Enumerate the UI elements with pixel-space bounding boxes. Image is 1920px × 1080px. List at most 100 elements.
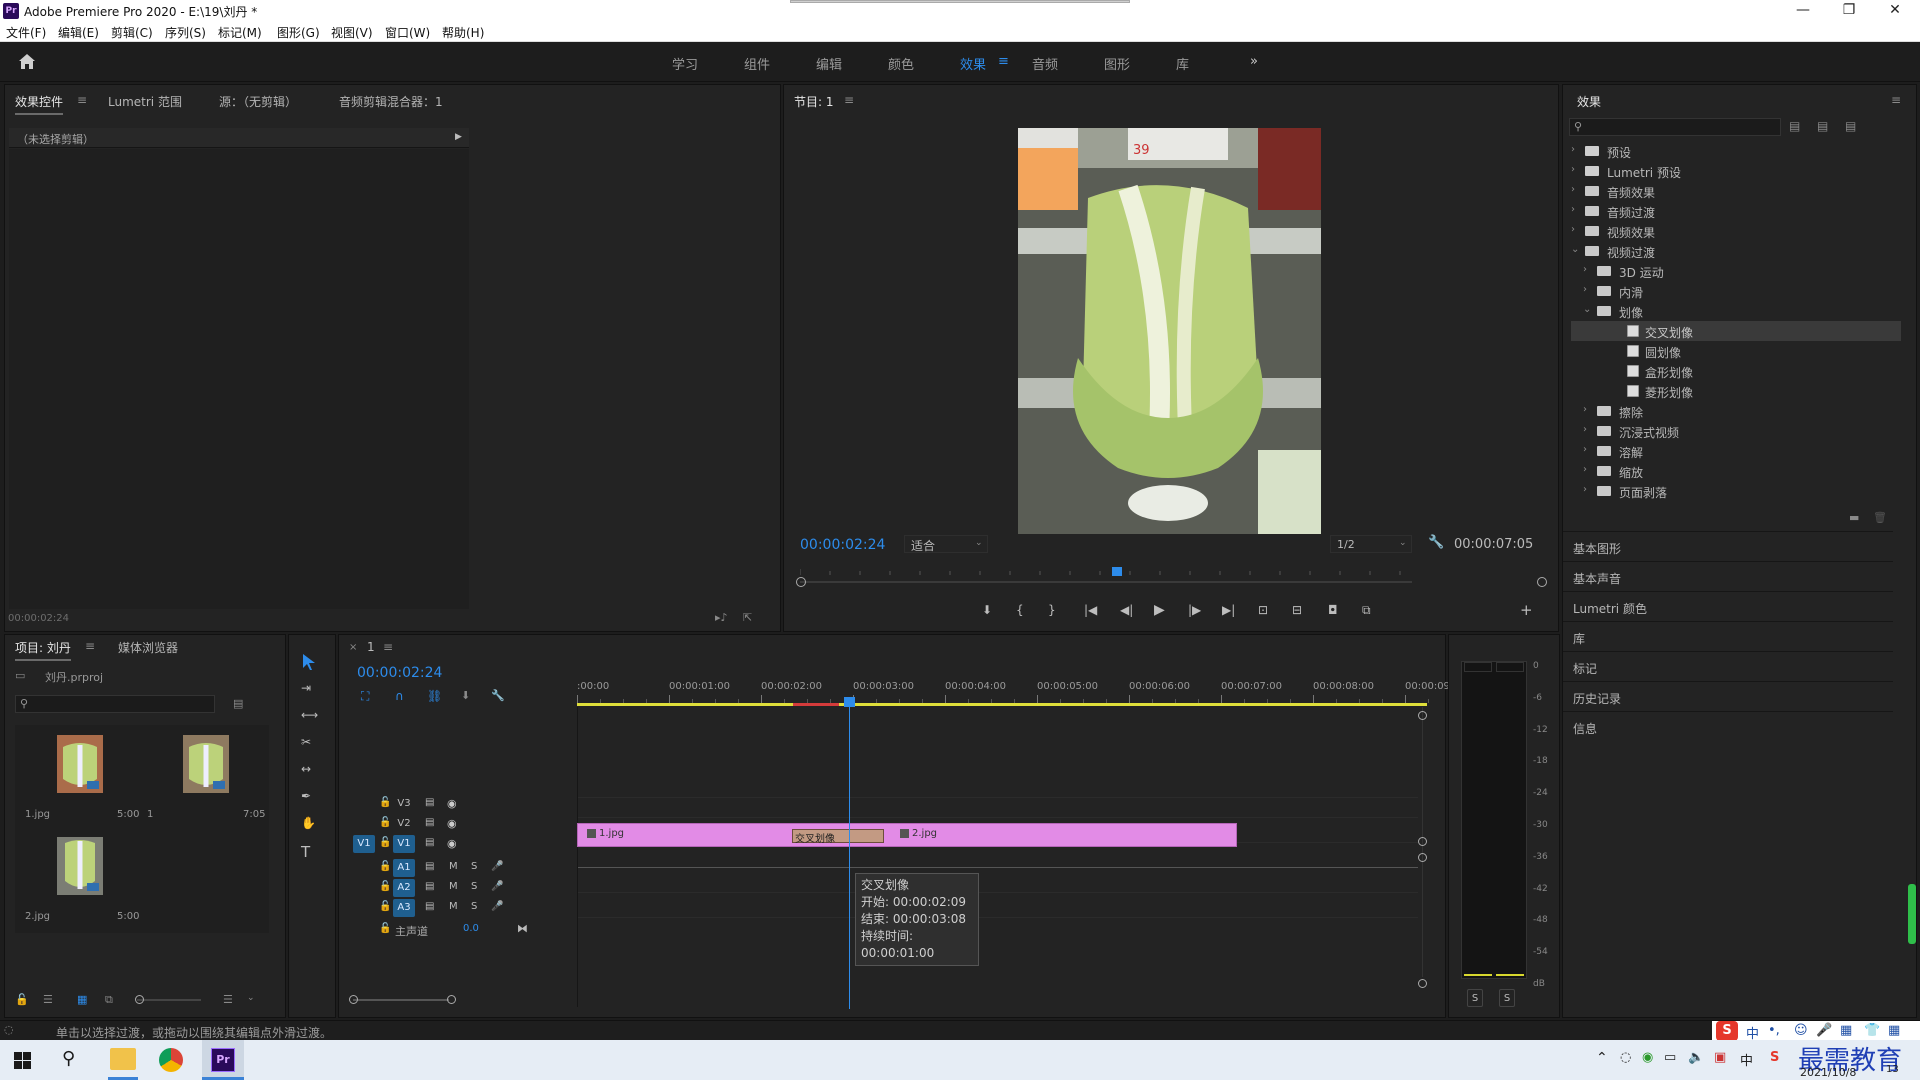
eye-icon[interactable]: ◉ bbox=[447, 837, 457, 850]
sync-lock-icon[interactable]: ▤ bbox=[425, 861, 434, 872]
chevron-right-icon[interactable]: › bbox=[1583, 424, 1587, 435]
tab-effect-controls[interactable]: 效果控件 bbox=[15, 93, 64, 115]
close-button[interactable]: ✕ bbox=[1872, 0, 1918, 22]
lift-icon[interactable]: ⊡ bbox=[1258, 603, 1268, 617]
mute-button[interactable]: M bbox=[449, 881, 458, 892]
project-item-1jpg[interactable]: 1.jpg 5:00 bbox=[17, 727, 141, 827]
menu-graphics[interactable]: 图形(G) bbox=[277, 24, 320, 41]
razor-tool-icon[interactable]: ✂ bbox=[301, 735, 311, 749]
side-panel-tab[interactable]: 基本图形 bbox=[1563, 531, 1893, 561]
windows-start-icon[interactable] bbox=[14, 1052, 31, 1069]
search-icon[interactable]: ⚲ bbox=[62, 1048, 75, 1069]
clip-2jpg[interactable]: 2.jpg bbox=[890, 823, 1238, 847]
ime-tools-icon[interactable]: ▦ bbox=[1888, 1023, 1900, 1038]
workspace-tab-libraries[interactable]: 库 bbox=[1176, 54, 1189, 73]
voice-over-record-icon[interactable]: 🎤 bbox=[491, 881, 503, 892]
workspace-tab-effects[interactable]: 效果 bbox=[960, 54, 986, 73]
sogou-ime-icon[interactable]: S bbox=[1716, 1021, 1738, 1041]
master-volume-value[interactable]: 0.0 bbox=[463, 923, 479, 934]
chevron-right-icon[interactable]: › bbox=[1583, 464, 1587, 475]
side-panel-tab[interactable]: Lumetri 颜色 bbox=[1563, 591, 1893, 621]
voice-over-record-icon[interactable]: 🎤 bbox=[491, 901, 503, 912]
pen-tool-icon[interactable]: ✒ bbox=[301, 789, 311, 803]
type-tool-icon[interactable]: T bbox=[301, 843, 310, 861]
delete-icon[interactable]: 🗑 bbox=[1873, 511, 1887, 524]
freeform-view-icon[interactable]: ⧉ bbox=[105, 993, 113, 1007]
chevron-right-icon[interactable]: › bbox=[1571, 184, 1575, 195]
solo-left-button[interactable]: S bbox=[1467, 989, 1483, 1007]
effect-folder[interactable]: › 沉浸式视频 bbox=[1571, 421, 1901, 441]
selection-tool-icon[interactable] bbox=[301, 653, 317, 671]
32bit-effects-icon[interactable]: ▤ bbox=[1817, 119, 1828, 133]
accelerated-effects-icon[interactable]: ▤ bbox=[1789, 119, 1800, 133]
effect-folder[interactable]: › 缩放 bbox=[1571, 461, 1901, 481]
track-target-v3[interactable]: V3 bbox=[393, 795, 415, 813]
master-expand-icon[interactable]: ⧓ bbox=[517, 922, 528, 935]
add-marker-icon[interactable]: ⬇ bbox=[461, 689, 470, 702]
effects-panel-title[interactable]: 效果 bbox=[1577, 93, 1601, 113]
chevron-right-icon[interactable]: › bbox=[1583, 264, 1587, 275]
side-panel-tab[interactable]: 库 bbox=[1563, 621, 1893, 651]
fit-zoom-dropdown[interactable]: 适合 ⌄ bbox=[904, 535, 988, 553]
voice-over-record-icon[interactable]: 🎤 bbox=[491, 861, 503, 872]
menu-markers[interactable]: 标记(M) bbox=[218, 24, 262, 41]
effects-search-input[interactable]: ⚲ bbox=[1569, 118, 1781, 136]
zoom-handle-left[interactable] bbox=[349, 995, 358, 1004]
slider-handle[interactable] bbox=[135, 995, 144, 1004]
menu-help[interactable]: 帮助(H) bbox=[442, 24, 484, 41]
project-item-2jpg[interactable]: 2.jpg 5:00 bbox=[17, 829, 141, 929]
filter-icon[interactable]: ▸♪ bbox=[715, 611, 728, 624]
scroll-handle[interactable] bbox=[1418, 853, 1427, 862]
side-panel-tab[interactable]: 历史记录 bbox=[1563, 681, 1893, 711]
timeline-zoom-bar[interactable] bbox=[353, 999, 449, 1001]
chevron-right-icon[interactable]: › bbox=[1583, 484, 1587, 495]
tray-network-icon[interactable]: ▭ bbox=[1664, 1050, 1676, 1065]
project-menu-icon[interactable]: ≡ bbox=[85, 639, 95, 653]
chevron-right-icon[interactable]: › bbox=[1583, 404, 1587, 415]
effect-folder[interactable]: › 预设 bbox=[1571, 141, 1901, 161]
maximize-button[interactable]: ❐ bbox=[1826, 0, 1872, 22]
effect-folder[interactable]: ⌄ 划像 bbox=[1571, 301, 1901, 321]
effect-folder[interactable]: › 内滑 bbox=[1571, 281, 1901, 301]
chevron-right-icon[interactable]: › bbox=[1571, 204, 1575, 215]
side-panel-tab[interactable]: 基本声音 bbox=[1563, 561, 1893, 591]
go-to-in-icon[interactable]: |◀ bbox=[1084, 603, 1097, 617]
new-bin-from-search-icon[interactable]: ▤ bbox=[233, 697, 243, 710]
file-explorer-icon[interactable] bbox=[110, 1048, 136, 1070]
sync-lock-icon[interactable]: ▤ bbox=[425, 797, 434, 808]
zoom-handle-right[interactable] bbox=[1537, 577, 1547, 587]
ime-skin-icon[interactable]: 👕 bbox=[1864, 1023, 1880, 1038]
program-current-timecode[interactable]: 00:00:02:24 bbox=[800, 537, 885, 553]
button-editor-plus-icon[interactable]: + bbox=[1520, 601, 1533, 619]
slip-tool-icon[interactable]: ↔ bbox=[301, 762, 311, 776]
thumbnail-size-slider[interactable] bbox=[137, 999, 201, 1001]
hand-tool-icon[interactable]: ✋ bbox=[301, 816, 316, 830]
add-marker-icon[interactable]: ⬇ bbox=[982, 603, 992, 617]
ime-emoji-icon[interactable]: ☺ bbox=[1794, 1023, 1808, 1038]
tray-volume-icon[interactable]: 🔈 bbox=[1688, 1050, 1704, 1065]
effect-item[interactable]: 圆划像 bbox=[1571, 341, 1901, 361]
track-target-v1[interactable]: V1 bbox=[393, 835, 415, 853]
effect-folder[interactable]: › 3D 运动 bbox=[1571, 261, 1901, 281]
chevron-right-icon[interactable]: › bbox=[1583, 444, 1587, 455]
workspace-tab-audio[interactable]: 音频 bbox=[1032, 54, 1058, 73]
workspace-tab-graphics[interactable]: 图形 bbox=[1104, 54, 1130, 73]
premiere-taskbar-button[interactable]: Pr bbox=[202, 1040, 244, 1080]
sort-icons-icon[interactable]: ☰ bbox=[223, 993, 233, 1006]
tray-notification-icon[interactable]: ◌ bbox=[1620, 1050, 1631, 1065]
timeline-ruler[interactable]: :00:00 00:00:01:00 00:00:02:00 00:00:03:00 0… bbox=[577, 677, 1475, 705]
side-panel-tab[interactable]: 信息 bbox=[1563, 711, 1893, 741]
tray-ime-icon[interactable]: 中 bbox=[1740, 1050, 1753, 1069]
lock-icon[interactable]: 🔓 bbox=[15, 993, 29, 1006]
timeline-menu-icon[interactable]: ≡ bbox=[383, 640, 393, 654]
chevron-right-icon[interactable]: › bbox=[1583, 284, 1587, 295]
zoom-handle-left[interactable] bbox=[796, 577, 806, 587]
scroll-handle[interactable] bbox=[1418, 979, 1427, 988]
effects-panel-menu-icon[interactable]: ≡ bbox=[1891, 93, 1901, 107]
workspace-tab-editing[interactable]: 编辑 bbox=[816, 54, 842, 73]
mute-button[interactable]: M bbox=[449, 901, 458, 912]
extract-icon[interactable]: ⊟ bbox=[1292, 603, 1302, 617]
eye-icon[interactable]: ◉ bbox=[447, 817, 457, 830]
effect-item[interactable]: 盒形划像 bbox=[1571, 361, 1901, 381]
wrench-settings-icon[interactable]: 🔧 bbox=[1428, 535, 1444, 550]
